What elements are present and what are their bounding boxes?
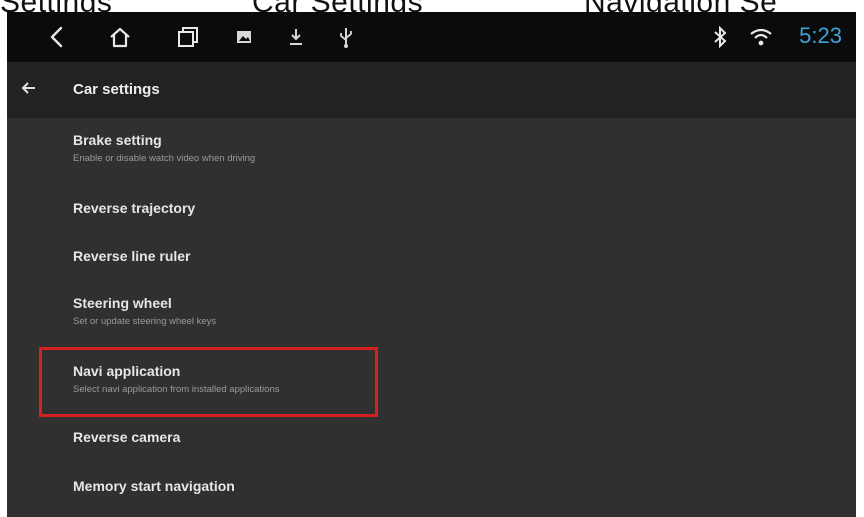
usb-icon [335, 25, 357, 49]
caption-car-settings: Car Settings [252, 0, 423, 12]
home-icon[interactable] [107, 25, 133, 49]
caption-strip: Settings Car Settings Navigation Se [0, 0, 864, 12]
list-item-reverse-trajectory[interactable]: Reverse trajectory [73, 200, 195, 216]
item-title: Reverse trajectory [73, 200, 196, 216]
item-title: Reverse line ruler [73, 248, 191, 264]
page-title: Car settings [73, 81, 160, 98]
wifi-icon [747, 25, 775, 49]
list-item-brake-setting[interactable]: Brake setting Enable or disable watch vi… [73, 132, 255, 164]
back-icon[interactable] [45, 25, 67, 49]
item-title: Memory start navigation [73, 478, 235, 494]
item-subtitle: Enable or disable watch video when drivi… [73, 153, 256, 164]
status-clock: 5:23 [799, 23, 842, 48]
app-bar: Car settings [7, 62, 856, 118]
list-item-reverse-line-ruler[interactable]: Reverse line ruler [73, 248, 191, 264]
download-icon [285, 25, 307, 49]
list-item-steering-wheel[interactable]: Steering wheel Set or update steering wh… [73, 295, 216, 327]
arrow-back-icon[interactable] [21, 80, 37, 101]
highlight-box [39, 347, 378, 417]
status-bar: 5:23 [7, 12, 856, 62]
gallery-icon [233, 25, 255, 49]
item-title: Steering wheel [73, 295, 172, 311]
bluetooth-icon [709, 25, 731, 49]
item-subtitle: Set or update steering wheel keys [73, 316, 217, 327]
item-title: Reverse camera [73, 429, 181, 445]
caption-navigation: Navigation Se [584, 0, 777, 12]
list-item-reverse-camera[interactable]: Reverse camera [73, 429, 180, 445]
recents-icon[interactable] [175, 25, 201, 49]
list-item-memory-start-navigation[interactable]: Memory start navigation [73, 478, 235, 494]
device-screen: 5:23 Car settings Brake setting Enable o… [7, 12, 856, 517]
item-title: Brake setting [73, 132, 162, 148]
caption-settings: Settings [0, 0, 112, 12]
